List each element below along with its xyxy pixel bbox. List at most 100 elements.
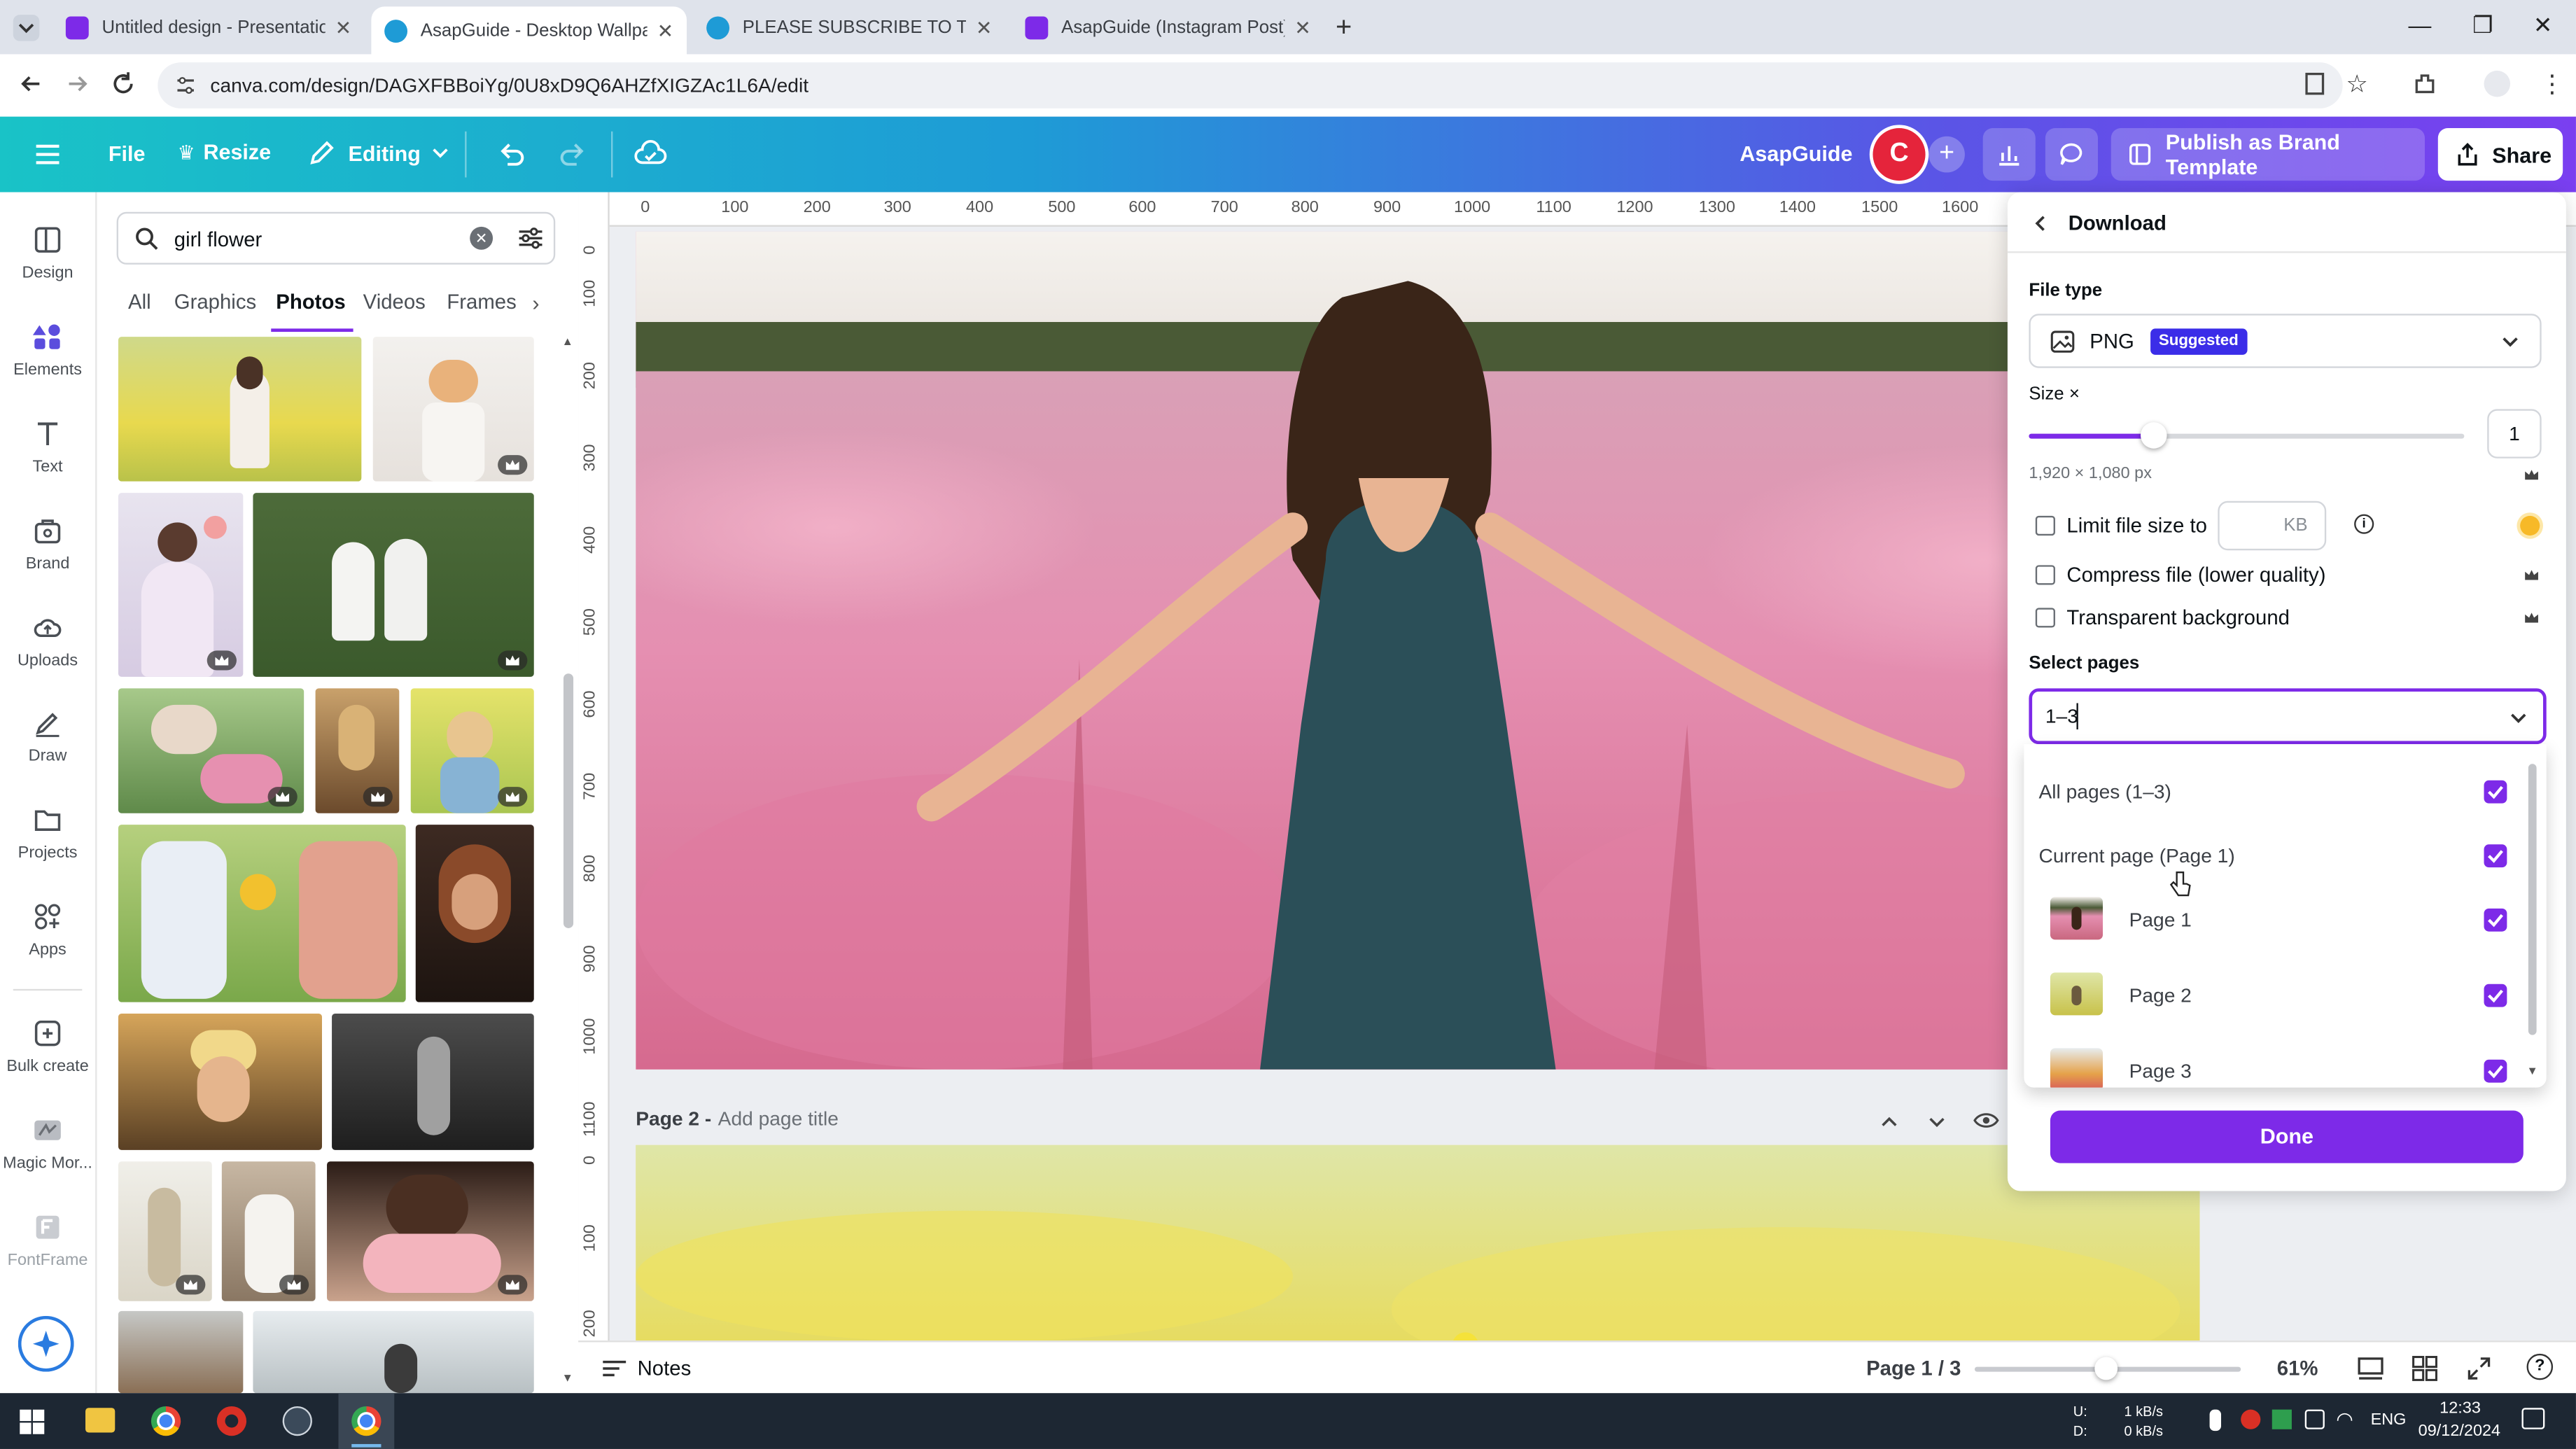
checkbox-checked[interactable] [2484,983,2507,1007]
option-page-1[interactable]: Page 1 [2024,892,2526,951]
rail-item-elements[interactable]: Elements [0,322,95,379]
photo-result[interactable] [118,1161,212,1301]
grid-view-icon[interactable] [2412,1355,2438,1382]
checkbox-checked[interactable] [2484,1059,2507,1083]
scroll-down-icon[interactable]: ▼ [562,1373,573,1385]
site-info-icon[interactable] [174,74,197,97]
browser-tab-2[interactable]: PLEASE SUBSCRIBE TO THIS CH ✕ [693,6,1005,48]
compress-file-checkbox[interactable] [2035,565,2055,585]
back-chevron-icon[interactable] [2031,214,2050,233]
resize-button[interactable]: ♛ Resize [177,139,271,164]
cloud-saved-icon[interactable] [634,138,667,171]
photo-result[interactable] [253,1310,534,1394]
notifications-icon[interactable] [2521,1408,2545,1429]
redo-icon[interactable] [557,138,590,171]
input-language[interactable]: ENG [2371,1411,2407,1429]
profile-avatar[interactable] [2484,70,2511,97]
reload-icon[interactable] [108,69,138,99]
zoom-level[interactable]: 61% [2277,1357,2318,1380]
insights-button[interactable] [1982,128,2036,181]
restore-icon[interactable]: ❐ [2472,11,2493,39]
fullscreen-icon[interactable] [2466,1355,2493,1382]
magic-assistant-button[interactable] [18,1315,74,1372]
search-box[interactable]: ✕ [116,211,556,265]
share-button[interactable]: Share [2437,128,2563,181]
obs-icon[interactable] [282,1406,312,1436]
recording-tray-icon[interactable] [2241,1409,2261,1429]
photo-result[interactable] [372,337,534,482]
minimize-icon[interactable]: — [2409,11,2432,38]
scroll-down-icon[interactable]: ▼ [2527,1066,2538,1077]
rail-item-text[interactable]: Text [0,419,95,477]
chrome-icon[interactable] [150,1406,181,1436]
close-icon[interactable]: ✕ [335,15,352,38]
close-icon[interactable]: ✕ [657,19,674,42]
filter-tab-graphics[interactable]: Graphics [174,290,256,314]
option-current-page[interactable]: Current page (Page 1) [2024,828,2526,884]
photo-result[interactable] [253,493,534,677]
windows-start-icon[interactable] [20,1409,45,1434]
photo-result[interactable] [118,825,406,1002]
option-page-3[interactable]: Page 3 [2024,1043,2526,1088]
info-icon[interactable]: i [2354,514,2374,534]
zoom-slider-handle[interactable] [2094,1357,2118,1380]
file-explorer-icon[interactable] [85,1408,115,1433]
rail-item-apps[interactable]: Apps [0,902,95,960]
file-type-select[interactable]: PNG Suggested [2029,314,2542,368]
search-input[interactable] [171,223,457,257]
browser-tab-1[interactable]: AsapGuide - Desktop Wallpape ✕ [371,6,687,55]
size-input[interactable]: 1 [2487,409,2542,458]
photo-result[interactable] [118,688,304,813]
url-text[interactable]: canva.com/design/DAGXFBBoiYg/0U8xD9Q6AHZ… [210,74,808,97]
comments-button[interactable] [2045,128,2098,181]
option-all-pages[interactable]: All pages (1–3) [2024,764,2526,820]
chevron-up-icon[interactable] [1878,1111,1901,1134]
done-button[interactable]: Done [2050,1110,2524,1163]
select-pages-input[interactable]: 1–3 [2029,688,2547,745]
photo-result[interactable] [118,1014,322,1150]
clear-search-icon[interactable]: ✕ [470,226,493,250]
page-view-icon[interactable] [2358,1355,2384,1382]
rail-item-draw[interactable]: Draw [0,708,95,766]
page-title-input[interactable]: Add page title [718,1107,839,1130]
filter-tab-all[interactable]: All [128,290,151,314]
option-page-2[interactable]: Page 2 [2024,967,2526,1026]
bookmark-star-icon[interactable]: ☆ [2346,69,2368,99]
filter-icon[interactable] [517,225,544,252]
rail-item-fontframe[interactable]: FontFrame [0,1212,95,1270]
checkbox-checked[interactable] [2484,908,2507,932]
checkbox-checked[interactable] [2484,780,2507,804]
photo-result[interactable] [327,1161,534,1301]
photo-result[interactable] [118,493,244,677]
design-page-1[interactable] [636,231,2200,1070]
close-icon[interactable]: ✕ [976,15,993,38]
tray-app-icon[interactable] [2272,1409,2292,1429]
hamburger-menu-icon[interactable] [33,141,62,168]
scrollbar-thumb[interactable] [2528,764,2537,1035]
clock-date[interactable]: 09/12/2024 [2418,1422,2500,1441]
undo-icon[interactable] [494,138,527,171]
filter-tab-photos[interactable]: Photos [276,290,345,314]
microphone-icon[interactable] [2209,1409,2222,1432]
help-icon[interactable]: ? [2526,1353,2554,1380]
rail-item-brand[interactable]: Brand [0,516,95,573]
browser-menu-icon[interactable]: ⋮ [2540,69,2564,99]
file-menu[interactable]: File [108,141,146,166]
design-title[interactable]: AsapGuide [1740,141,1852,166]
browser-tab-0[interactable]: Untitled design - Presentation ✕ [52,6,365,48]
zoom-slider[interactable] [1974,1357,2241,1380]
photo-result[interactable] [332,1014,534,1150]
panel-scrollbar[interactable]: ▲ ▼ [562,337,575,1388]
browser-tab-3[interactable]: AsapGuide (Instagram Post) - Y ✕ [1012,6,1324,48]
save-page-icon[interactable] [2303,71,2326,97]
tray-app-icon[interactable] [2304,1409,2325,1429]
photo-result[interactable] [118,1310,244,1394]
scrollbar-thumb[interactable] [563,673,574,928]
rail-item-bulk-create[interactable]: Bulk create [0,1018,95,1076]
filter-tab-frames[interactable]: Frames [447,290,516,314]
size-slider-handle[interactable] [2141,422,2168,449]
publish-brand-template-button[interactable]: Publish as Brand Template [2110,128,2426,181]
limit-file-size-checkbox[interactable] [2035,515,2055,536]
editing-mode-button[interactable]: Editing [307,138,450,167]
rail-item-projects[interactable]: Projects [0,805,95,862]
